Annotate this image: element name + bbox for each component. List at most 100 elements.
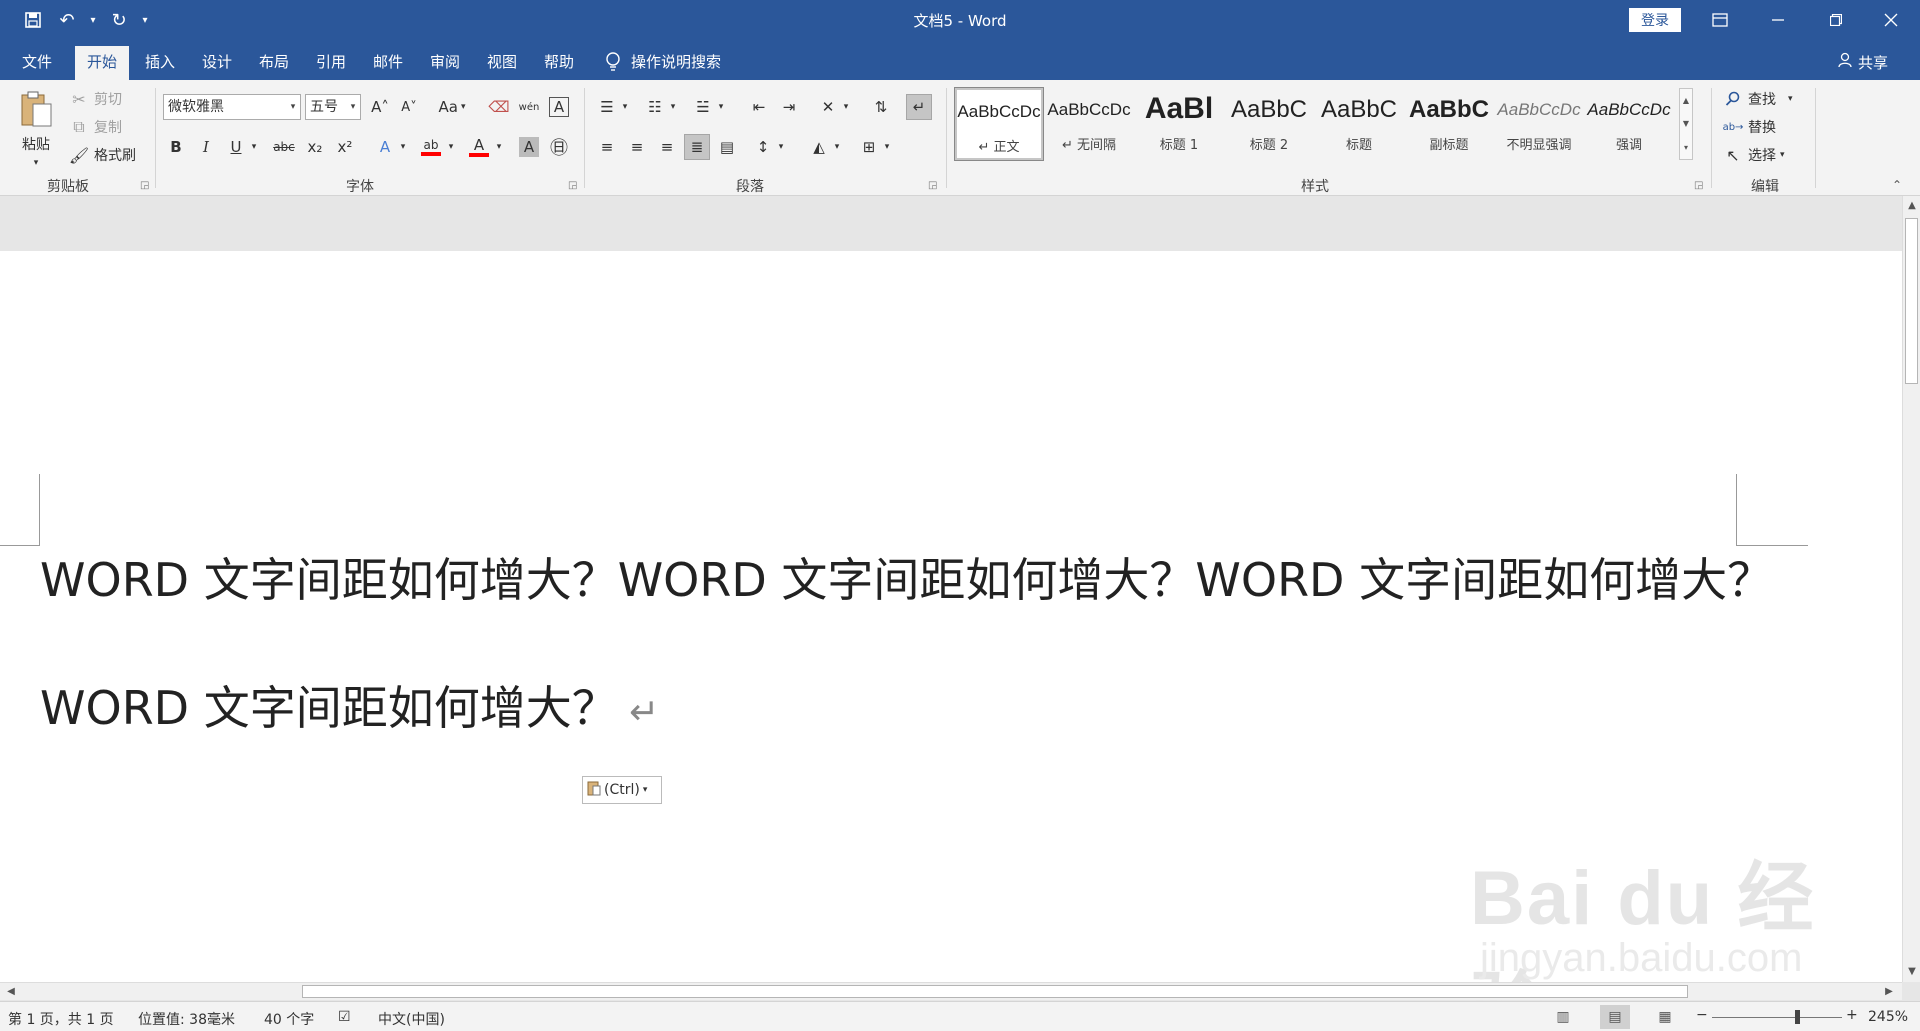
replace-button[interactable]: ab→ 替换 xyxy=(1722,116,1776,138)
underline-dropdown-icon[interactable]: ▾ xyxy=(247,134,261,160)
justify-icon[interactable]: ≣ xyxy=(684,134,710,160)
chevron-down-icon[interactable]: ▾ xyxy=(492,134,506,160)
copy-button[interactable]: ⧉ 复制 xyxy=(68,116,122,138)
chevron-down-icon[interactable]: ▼ xyxy=(1683,119,1689,128)
enclose-characters-icon[interactable]: ㊐ xyxy=(546,134,572,160)
cursor-position[interactable]: 位置值: 38毫米 xyxy=(138,1009,235,1029)
subscript-button[interactable]: x₂ xyxy=(302,134,328,160)
borders-icon[interactable]: ⊞ xyxy=(856,134,882,160)
multilevel-list-icon[interactable]: ☱ xyxy=(690,94,716,120)
login-button[interactable]: 登录 xyxy=(1629,8,1681,32)
decrease-indent-icon[interactable]: ⇤ xyxy=(746,94,772,120)
horizontal-scrollbar[interactable]: ◀ ▶ xyxy=(0,982,1902,1000)
zoom-out-button[interactable]: − xyxy=(1696,1007,1708,1023)
chevron-down-icon[interactable]: ▾ xyxy=(286,95,300,119)
scroll-up-icon[interactable]: ▲ xyxy=(1903,200,1920,211)
styles-gallery-scroll[interactable]: ▲ ▼ ▾ xyxy=(1679,88,1693,160)
paste-options-button[interactable]: (Ctrl) ▾ xyxy=(582,776,662,804)
find-button[interactable]: 查找 ▾ xyxy=(1722,88,1793,110)
distributed-icon[interactable]: ▤ xyxy=(714,134,740,160)
style-normal[interactable]: AaBbCcDc ↵ 正文 xyxy=(954,87,1044,161)
vertical-scroll-thumb[interactable] xyxy=(1905,218,1918,384)
clear-formatting-icon[interactable]: ⌫ xyxy=(486,94,512,120)
font-color-button[interactable]: A xyxy=(466,134,492,160)
chevron-down-icon[interactable]: ▾ xyxy=(839,94,853,120)
tab-design[interactable]: 设计 xyxy=(198,48,236,80)
select-button[interactable]: ↖ 选择 ▾ xyxy=(1722,144,1785,166)
share-button[interactable]: 共享 xyxy=(1838,52,1888,73)
format-painter-button[interactable]: 🖌 格式刷 xyxy=(68,144,136,166)
zoom-level[interactable]: 245% xyxy=(1868,1009,1908,1025)
horizontal-scroll-thumb[interactable] xyxy=(302,985,1688,998)
tab-references[interactable]: 引用 xyxy=(312,48,350,80)
tab-view[interactable]: 视图 xyxy=(483,48,521,80)
scroll-right-icon[interactable]: ▶ xyxy=(1880,986,1898,997)
web-layout-icon[interactable]: ▦ xyxy=(1650,1005,1680,1029)
phonetic-guide-icon[interactable]: wén xyxy=(516,94,542,120)
character-shading-icon[interactable]: A xyxy=(519,137,539,157)
shading-bucket-icon[interactable]: ◭ xyxy=(806,134,832,160)
chevron-down-icon[interactable]: ▾ xyxy=(880,134,894,160)
style-subtitle[interactable]: AaBbC 副标题 xyxy=(1405,88,1493,160)
tab-layout[interactable]: 布局 xyxy=(255,48,293,80)
chevron-down-icon[interactable]: ▾ xyxy=(666,94,680,120)
ribbon-display-options-icon[interactable] xyxy=(1691,0,1749,40)
style-subtle-emphasis[interactable]: AaBbCcDc 不明显强调 xyxy=(1495,88,1583,160)
minimize-icon[interactable] xyxy=(1749,0,1807,40)
chevron-down-icon[interactable]: ▾ xyxy=(830,134,844,160)
style-no-spacing[interactable]: AaBbCcDc ↵ 无间隔 xyxy=(1045,88,1133,160)
font-size-combo[interactable]: 五号 ▾ xyxy=(305,94,361,120)
document-body-text[interactable]: WORD 文字间距如何增大？WORD 文字间距如何增大？WORD 文字间距如何增… xyxy=(40,516,1780,777)
paragraph-launcher-icon[interactable]: ◲ xyxy=(928,180,937,191)
tab-file[interactable]: 文件 xyxy=(18,48,56,80)
style-heading-2[interactable]: AaBbC 标题 2 xyxy=(1225,88,1313,160)
vertical-scrollbar[interactable]: ▲ ▼ xyxy=(1902,196,1920,982)
page-count[interactable]: 第 1 页，共 1 页 xyxy=(8,1009,114,1029)
chevron-down-icon[interactable]: ▾ xyxy=(444,134,458,160)
zoom-slider[interactable] xyxy=(1712,1017,1842,1018)
font-launcher-icon[interactable]: ◲ xyxy=(568,180,577,191)
superscript-button[interactable]: x² xyxy=(332,134,358,160)
align-center-icon[interactable]: ≡ xyxy=(624,134,650,160)
chevron-up-icon[interactable]: ▲ xyxy=(1683,96,1689,105)
font-name-combo[interactable]: 微软雅黑 ▾ xyxy=(163,94,301,120)
read-mode-icon[interactable]: ▥ xyxy=(1548,1005,1578,1029)
scroll-left-icon[interactable]: ◀ xyxy=(2,986,20,997)
chevron-down-icon[interactable]: ▾ xyxy=(774,134,788,160)
style-emphasis[interactable]: AaBbCcDc 强调 xyxy=(1585,88,1673,160)
paste-button[interactable]: 粘贴 ▾ xyxy=(16,90,56,168)
text-effects-icon[interactable]: A xyxy=(372,134,398,160)
shrink-font-button[interactable]: A˅ xyxy=(396,94,422,120)
close-icon[interactable] xyxy=(1862,0,1920,40)
tab-review[interactable]: 审阅 xyxy=(426,48,464,80)
zoom-in-button[interactable]: + xyxy=(1846,1007,1858,1023)
align-right-icon[interactable]: ≡ xyxy=(654,134,680,160)
tab-insert[interactable]: 插入 xyxy=(141,48,179,80)
paste-dropdown-icon[interactable]: ▾ xyxy=(34,158,39,168)
style-title[interactable]: AaBbC 标题 xyxy=(1315,88,1403,160)
show-formatting-marks-icon[interactable]: ↵ xyxy=(906,94,932,120)
increase-indent-icon[interactable]: ⇥ xyxy=(776,94,802,120)
grow-font-button[interactable]: A˄ xyxy=(367,94,393,120)
proofing-icon[interactable]: ☑ xyxy=(338,1009,351,1025)
line-spacing-icon[interactable]: ↕ xyxy=(750,134,776,160)
scroll-down-icon[interactable]: ▼ xyxy=(1903,966,1920,977)
chinese-layout-icon[interactable]: ✕ xyxy=(815,94,841,120)
tab-mailings[interactable]: 邮件 xyxy=(369,48,407,80)
chevron-down-icon[interactable]: ▾ xyxy=(346,95,360,119)
clipboard-launcher-icon[interactable]: ◲ xyxy=(140,180,149,191)
tab-home[interactable]: 开始 xyxy=(75,46,130,80)
italic-button[interactable]: I xyxy=(193,134,219,160)
strikethrough-button[interactable]: abc xyxy=(271,134,297,160)
character-border-icon[interactable]: A xyxy=(549,97,569,117)
chevron-down-icon[interactable]: ▾ xyxy=(396,134,410,160)
chevron-down-icon[interactable]: ▾ xyxy=(1780,150,1785,160)
change-case-button[interactable]: Aa ▾ xyxy=(432,94,472,120)
numbering-icon[interactable]: ☷ xyxy=(642,94,668,120)
zoom-slider-thumb[interactable] xyxy=(1795,1010,1800,1024)
bullets-icon[interactable]: ☰ xyxy=(594,94,620,120)
cut-button[interactable]: ✂ 剪切 xyxy=(68,88,122,110)
collapse-ribbon-icon[interactable]: ⌃ xyxy=(1892,178,1902,192)
highlight-color-button[interactable]: ab xyxy=(418,134,444,160)
styles-launcher-icon[interactable]: ◲ xyxy=(1694,180,1703,191)
